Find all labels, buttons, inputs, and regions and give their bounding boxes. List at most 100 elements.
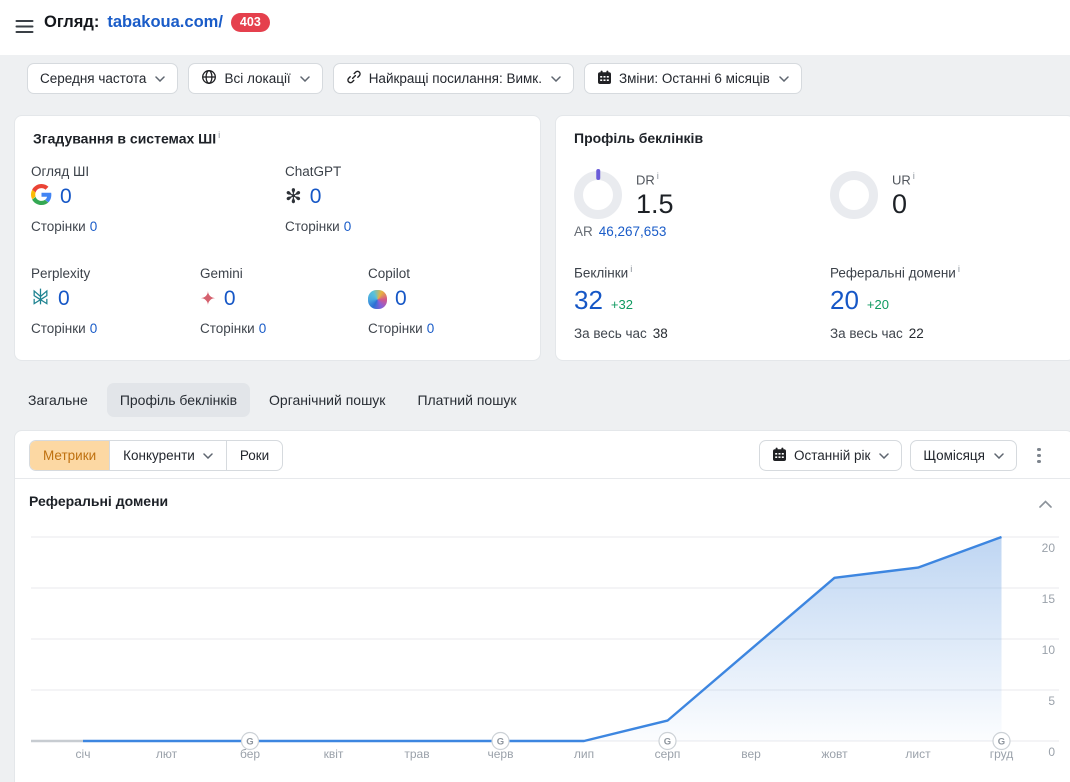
pages-count-link[interactable]: 0 (90, 321, 98, 336)
domain-link[interactable]: tabakoua.com/ (107, 13, 223, 32)
svg-text:серп: серп (655, 747, 681, 761)
svg-text:вер: вер (741, 747, 761, 761)
svg-text:бер: бер (240, 747, 260, 761)
ai-mention-gemini: Gemini ✦ 0 Сторінки 0 (200, 266, 267, 336)
top-header: Огляд: tabakoua.com/ 403 (0, 0, 1070, 55)
chart-section-title: Реферальні домени (29, 493, 169, 509)
svg-text:лют: лют (156, 747, 178, 761)
ai-mentions-title: Згадування в системах ШІ i (33, 130, 221, 147)
pages-count-link[interactable]: 0 (90, 219, 98, 234)
svg-text:квіт: квіт (324, 747, 344, 761)
chevron-down-icon (879, 452, 890, 459)
dr-value: 1.5 (636, 189, 674, 220)
ur-gauge (830, 171, 878, 219)
locations-filter-button[interactable]: Всі локації (188, 63, 323, 94)
chevron-down-icon (155, 75, 166, 82)
ahrefs-rank-link[interactable]: 46,267,653 (599, 224, 667, 239)
svg-text:лист: лист (905, 747, 931, 761)
calendar-icon (772, 447, 787, 465)
svg-text:10: 10 (1042, 643, 1056, 657)
tab-paid-search[interactable]: Платний пошук (404, 383, 529, 417)
svg-text:G: G (664, 737, 671, 748)
mention-count-link[interactable]: 0 (58, 287, 70, 311)
changes-period-filter-button[interactable]: Зміни: Останні 6 місяців (583, 63, 802, 94)
chevron-down-icon (551, 75, 561, 82)
chatgpt-icon: ✻ (285, 186, 302, 208)
info-icon[interactable]: i (630, 264, 632, 275)
info-icon[interactable]: i (958, 264, 960, 275)
perplexity-icon (31, 287, 50, 311)
dr-gauge (574, 169, 622, 219)
chevron-down-icon (779, 75, 789, 82)
ref-domains-count-link[interactable]: 20 (830, 285, 859, 316)
tab-organic-search[interactable]: Органічний пошук (256, 383, 398, 417)
svg-text:G: G (998, 737, 1005, 748)
segment-competitors[interactable]: Конкуренти (109, 441, 226, 470)
mention-count-link[interactable]: 0 (60, 185, 72, 209)
best-links-filter-button[interactable]: Найкращі посилання: Вимк. (332, 63, 574, 94)
granularity-dropdown-button[interactable]: Щомісяця (910, 440, 1017, 471)
backlink-profile-title: Профіль беклінків (574, 130, 704, 146)
ai-mention-perplexity: Perplexity 0 Сторінки 0 (31, 266, 98, 336)
backlinks-label: Беклінки i (574, 264, 633, 281)
link-icon (346, 69, 362, 88)
svg-text:G: G (246, 737, 253, 748)
chevron-down-icon (299, 75, 310, 82)
pages-count-link[interactable]: 0 (259, 321, 267, 336)
tab-backlink-profile[interactable]: Профіль беклінків (106, 383, 251, 417)
svg-text:20: 20 (1042, 541, 1056, 555)
pages-count-link[interactable]: 0 (427, 321, 435, 336)
section-tabs: Загальне Профіль беклінків Органічний по… (15, 383, 530, 417)
segment-years[interactable]: Роки (225, 441, 282, 470)
ref-domains-alltime: За весь час 22 (830, 325, 924, 341)
frequency-filter-button[interactable]: Середня частота (27, 63, 179, 94)
svg-text:0: 0 (1048, 745, 1055, 759)
backlinks-delta: +32 (610, 296, 633, 312)
segment-metrics[interactable]: Метрики (30, 441, 110, 470)
mention-count-link[interactable]: 0 (395, 287, 407, 311)
ref-domains-block: Реферальні домени i 20 +20 За весь час 22 (830, 264, 960, 341)
ai-mention-chatgpt: ChatGPT ✻ 0 Сторінки 0 (285, 164, 352, 234)
backlinks-alltime: За весь час 38 (574, 325, 668, 341)
mention-count-link[interactable]: 0 (224, 287, 236, 311)
tab-general[interactable]: Загальне (15, 383, 101, 417)
filter-bar: Середня частота Всі локації Найкращі пос… (27, 63, 802, 94)
svg-text:січ: січ (76, 747, 91, 761)
ai-mentions-card: Згадування в системах ШІ i Огляд ШІ 0 Сто… (14, 115, 541, 361)
period-dropdown-button[interactable]: Останній рік (759, 440, 903, 471)
svg-text:лип: лип (574, 747, 594, 761)
chart-controls-row: Метрики Конкуренти Роки Останній рік Щом… (15, 431, 1070, 479)
info-icon[interactable]: i (913, 171, 915, 182)
backlinks-count-link[interactable]: 32 (574, 285, 603, 316)
dr-label: DR i (636, 171, 659, 188)
globe-icon (201, 69, 217, 88)
collapse-chevron-up-icon[interactable] (1039, 495, 1052, 513)
calendar-icon (597, 70, 612, 88)
svg-text:груд: груд (990, 747, 1014, 761)
ur-label: UR i (892, 171, 915, 188)
backlinks-block: Беклінки i 32 +32 За весь час 38 (574, 264, 668, 341)
svg-text:15: 15 (1042, 592, 1056, 606)
backlink-profile-card: Профіль беклінків DR i 1.5 UR i 0 AR 46,267… (555, 115, 1070, 361)
svg-text:черв: черв (488, 747, 514, 761)
ref-domains-delta: +20 (866, 296, 889, 312)
gemini-icon: ✦ (200, 288, 216, 310)
chevron-down-icon (994, 452, 1004, 459)
pages-count-link[interactable]: 0 (344, 219, 352, 234)
ur-value: 0 (892, 189, 908, 220)
chart-card: Метрики Конкуренти Роки Останній рік Щом… (14, 430, 1070, 782)
page-title: Огляд: tabakoua.com/ 403 (44, 13, 270, 32)
more-options-kebab-icon[interactable] (1029, 442, 1049, 470)
svg-text:G: G (497, 737, 504, 748)
ref-domains-label: Реферальні домени i (830, 264, 960, 281)
google-icon (31, 184, 52, 210)
hamburger-menu-icon[interactable] (13, 15, 35, 37)
ai-mention-google-overview: Огляд ШІ 0 Сторінки 0 (31, 164, 98, 234)
mention-count-link[interactable]: 0 (310, 185, 322, 209)
dr-gauge-tick (596, 169, 600, 180)
svg-text:жовт: жовт (821, 747, 848, 761)
ahrefs-rank-row: AR 46,267,653 (574, 224, 667, 239)
info-icon[interactable]: i (657, 171, 659, 182)
info-icon[interactable]: i (218, 130, 220, 141)
referring-domains-chart[interactable]: G G G G 0 5 10 15 20 січ лют бер квіт трав черв лип сер… (15, 521, 1070, 782)
